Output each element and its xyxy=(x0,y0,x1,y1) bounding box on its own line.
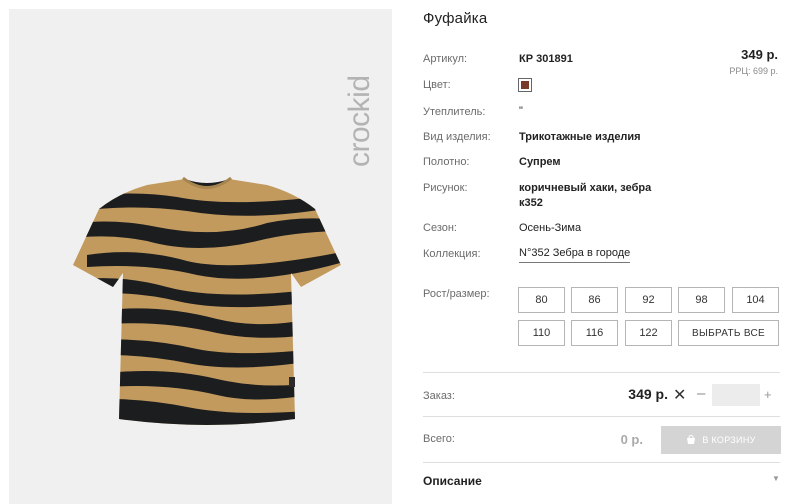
collection-label: Коллекция: xyxy=(423,248,481,260)
insulation-value: " xyxy=(519,105,523,117)
chevron-down-icon[interactable]: ▼ xyxy=(772,474,780,483)
pattern-value-line1: коричневый хаки, зебра xyxy=(519,182,652,194)
collection-link[interactable]: N°352 Зебра в городе xyxy=(519,246,631,263)
size-option-110[interactable]: 110 xyxy=(518,320,565,346)
season-label: Сезон: xyxy=(423,222,457,234)
quantity-increase-button[interactable]: + xyxy=(764,387,772,402)
product-type-label: Вид изделия: xyxy=(423,131,491,143)
product-title: Фуфайка xyxy=(423,10,488,27)
color-swatch[interactable] xyxy=(518,78,532,92)
article-label: Артикул: xyxy=(423,53,468,65)
description-toggle[interactable]: Описание xyxy=(423,474,482,488)
size-option-98[interactable]: 98 xyxy=(678,287,725,313)
color-label: Цвет: xyxy=(423,79,451,91)
total-label: Всего: xyxy=(423,433,455,445)
size-option-92[interactable]: 92 xyxy=(625,287,672,313)
size-label: Рост/размер: xyxy=(423,288,490,300)
add-to-cart-label: В КОРЗИНУ xyxy=(702,435,756,445)
total-price: 0 р. xyxy=(620,432,643,447)
remove-order-icon[interactable]: ✕ xyxy=(673,385,686,405)
product-image-panel[interactable]: crockid xyxy=(9,9,392,504)
fabric-label: Полотно: xyxy=(423,156,470,168)
order-label: Заказ: xyxy=(423,390,455,402)
product-type-value: Трикотажные изделия xyxy=(519,131,641,143)
divider-order xyxy=(423,372,780,373)
quantity-input[interactable] xyxy=(712,384,760,406)
size-option-116[interactable]: 116 xyxy=(571,320,618,346)
pattern-value-line2: к352 xyxy=(519,197,543,209)
product-price: 349 р. xyxy=(741,47,778,62)
brand-logo-text: crockid xyxy=(343,75,376,167)
divider-total xyxy=(423,416,780,417)
article-value: КР 301891 xyxy=(519,53,573,65)
recommended-retail-price: РРЦ: 699 р. xyxy=(729,66,778,76)
color-swatch-fill xyxy=(521,81,529,89)
pattern-label: Рисунок: xyxy=(423,182,468,194)
product-photo xyxy=(73,176,341,425)
cart-icon xyxy=(687,435,696,444)
season-value: Осень-Зима xyxy=(519,222,582,234)
size-option-80[interactable]: 80 xyxy=(518,287,565,313)
select-all-sizes-button[interactable]: ВЫБРАТЬ ВСЕ xyxy=(678,320,779,346)
fabric-value: Супрем xyxy=(519,156,561,168)
divider-description xyxy=(423,462,780,463)
add-to-cart-button[interactable]: В КОРЗИНУ xyxy=(661,426,781,454)
size-option-104[interactable]: 104 xyxy=(732,287,779,313)
brand-logo: crockid xyxy=(343,75,376,167)
order-price: 349 р. xyxy=(628,386,668,402)
size-option-122[interactable]: 122 xyxy=(625,320,672,346)
quantity-decrease-button[interactable]: – xyxy=(697,385,705,402)
size-option-86[interactable]: 86 xyxy=(571,287,618,313)
insulation-label: Утеплитель: xyxy=(423,106,486,118)
